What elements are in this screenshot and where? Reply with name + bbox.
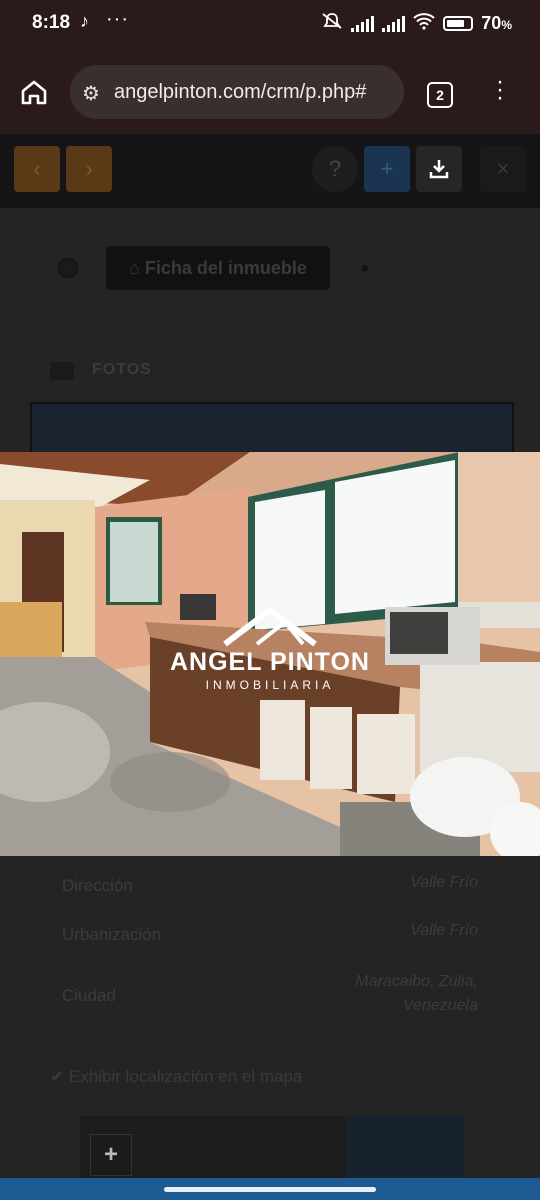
help-button[interactable]: ? (312, 146, 358, 192)
browser-toolbar: ⚙ angelpinton.com/crm/p.php# 2 · · · (0, 48, 540, 136)
mute-icon (321, 12, 343, 35)
location-map[interactable]: + (80, 1116, 464, 1186)
signal-icon-2 (382, 15, 406, 32)
add-button[interactable]: + (364, 146, 410, 192)
address-bar[interactable]: ⚙ angelpinton.com/crm/p.php# (70, 65, 404, 119)
close-button[interactable]: × (480, 146, 526, 192)
detail-value-direccion: Valle Frío (410, 874, 478, 891)
battery-icon (443, 16, 474, 31)
tab-switcher-button[interactable]: 2 (427, 82, 453, 108)
tab-ficha-inmueble[interactable]: ⌂ Ficha del inmueble (106, 246, 330, 290)
home-gesture-handle[interactable] (164, 1187, 376, 1192)
status-icons: 70% (321, 12, 512, 35)
detail-value-urbanizacion: Valle Frío (410, 922, 478, 939)
fotos-heading: FOTOS (92, 361, 152, 378)
angel-pinton-logo: ANGEL PINTON INMOBILIARIA (150, 604, 390, 704)
download-button[interactable] (416, 146, 462, 192)
more-notifications-icon: ··· (106, 8, 129, 30)
map-zoom-in-button[interactable]: + (90, 1134, 132, 1176)
forward-button[interactable]: › (66, 146, 112, 192)
battery-percent: 70% (481, 13, 512, 33)
flame-icon[interactable]: ● (360, 260, 370, 278)
back-button[interactable]: ‹ (14, 146, 60, 192)
browser-menu-icon[interactable]: · · · (496, 70, 504, 110)
map-water-area (346, 1116, 464, 1186)
page-toolbar: ‹ › ? + × (0, 134, 540, 208)
detail-label-ciudad: Ciudad (62, 986, 116, 1005)
camera-icon (50, 362, 74, 380)
map-visibility-toggle[interactable]: ✔ Exhibir localización en el mapa (50, 1067, 302, 1087)
check-icon: ✔ (50, 1067, 69, 1086)
history-icon[interactable] (58, 258, 78, 278)
tiktok-icon: ♪ (80, 11, 89, 31)
status-bar: 8:18 ♪ ··· 70% (0, 0, 540, 48)
url-text[interactable]: angelpinton.com/crm/p.php# (114, 81, 366, 104)
signal-icon (351, 15, 375, 32)
logo-subtitle: INMOBILIARIA (205, 678, 335, 692)
home-icon[interactable] (18, 76, 50, 108)
wifi-icon (413, 12, 435, 35)
photo-gallery-frame (30, 402, 514, 456)
detail-label-direccion: Dirección (62, 876, 133, 895)
clock: 8:18 (32, 12, 71, 33)
site-settings-icon[interactable]: ⚙ (82, 81, 100, 106)
logo-name: ANGEL PINTON (170, 648, 370, 676)
system-nav-bar (0, 1178, 540, 1200)
detail-label-urbanizacion: Urbanización (62, 925, 162, 944)
home-small-icon: ⌂ (129, 258, 145, 278)
detail-value-ciudad: Maracaibo, Zulia, Venezuela (355, 973, 478, 1014)
